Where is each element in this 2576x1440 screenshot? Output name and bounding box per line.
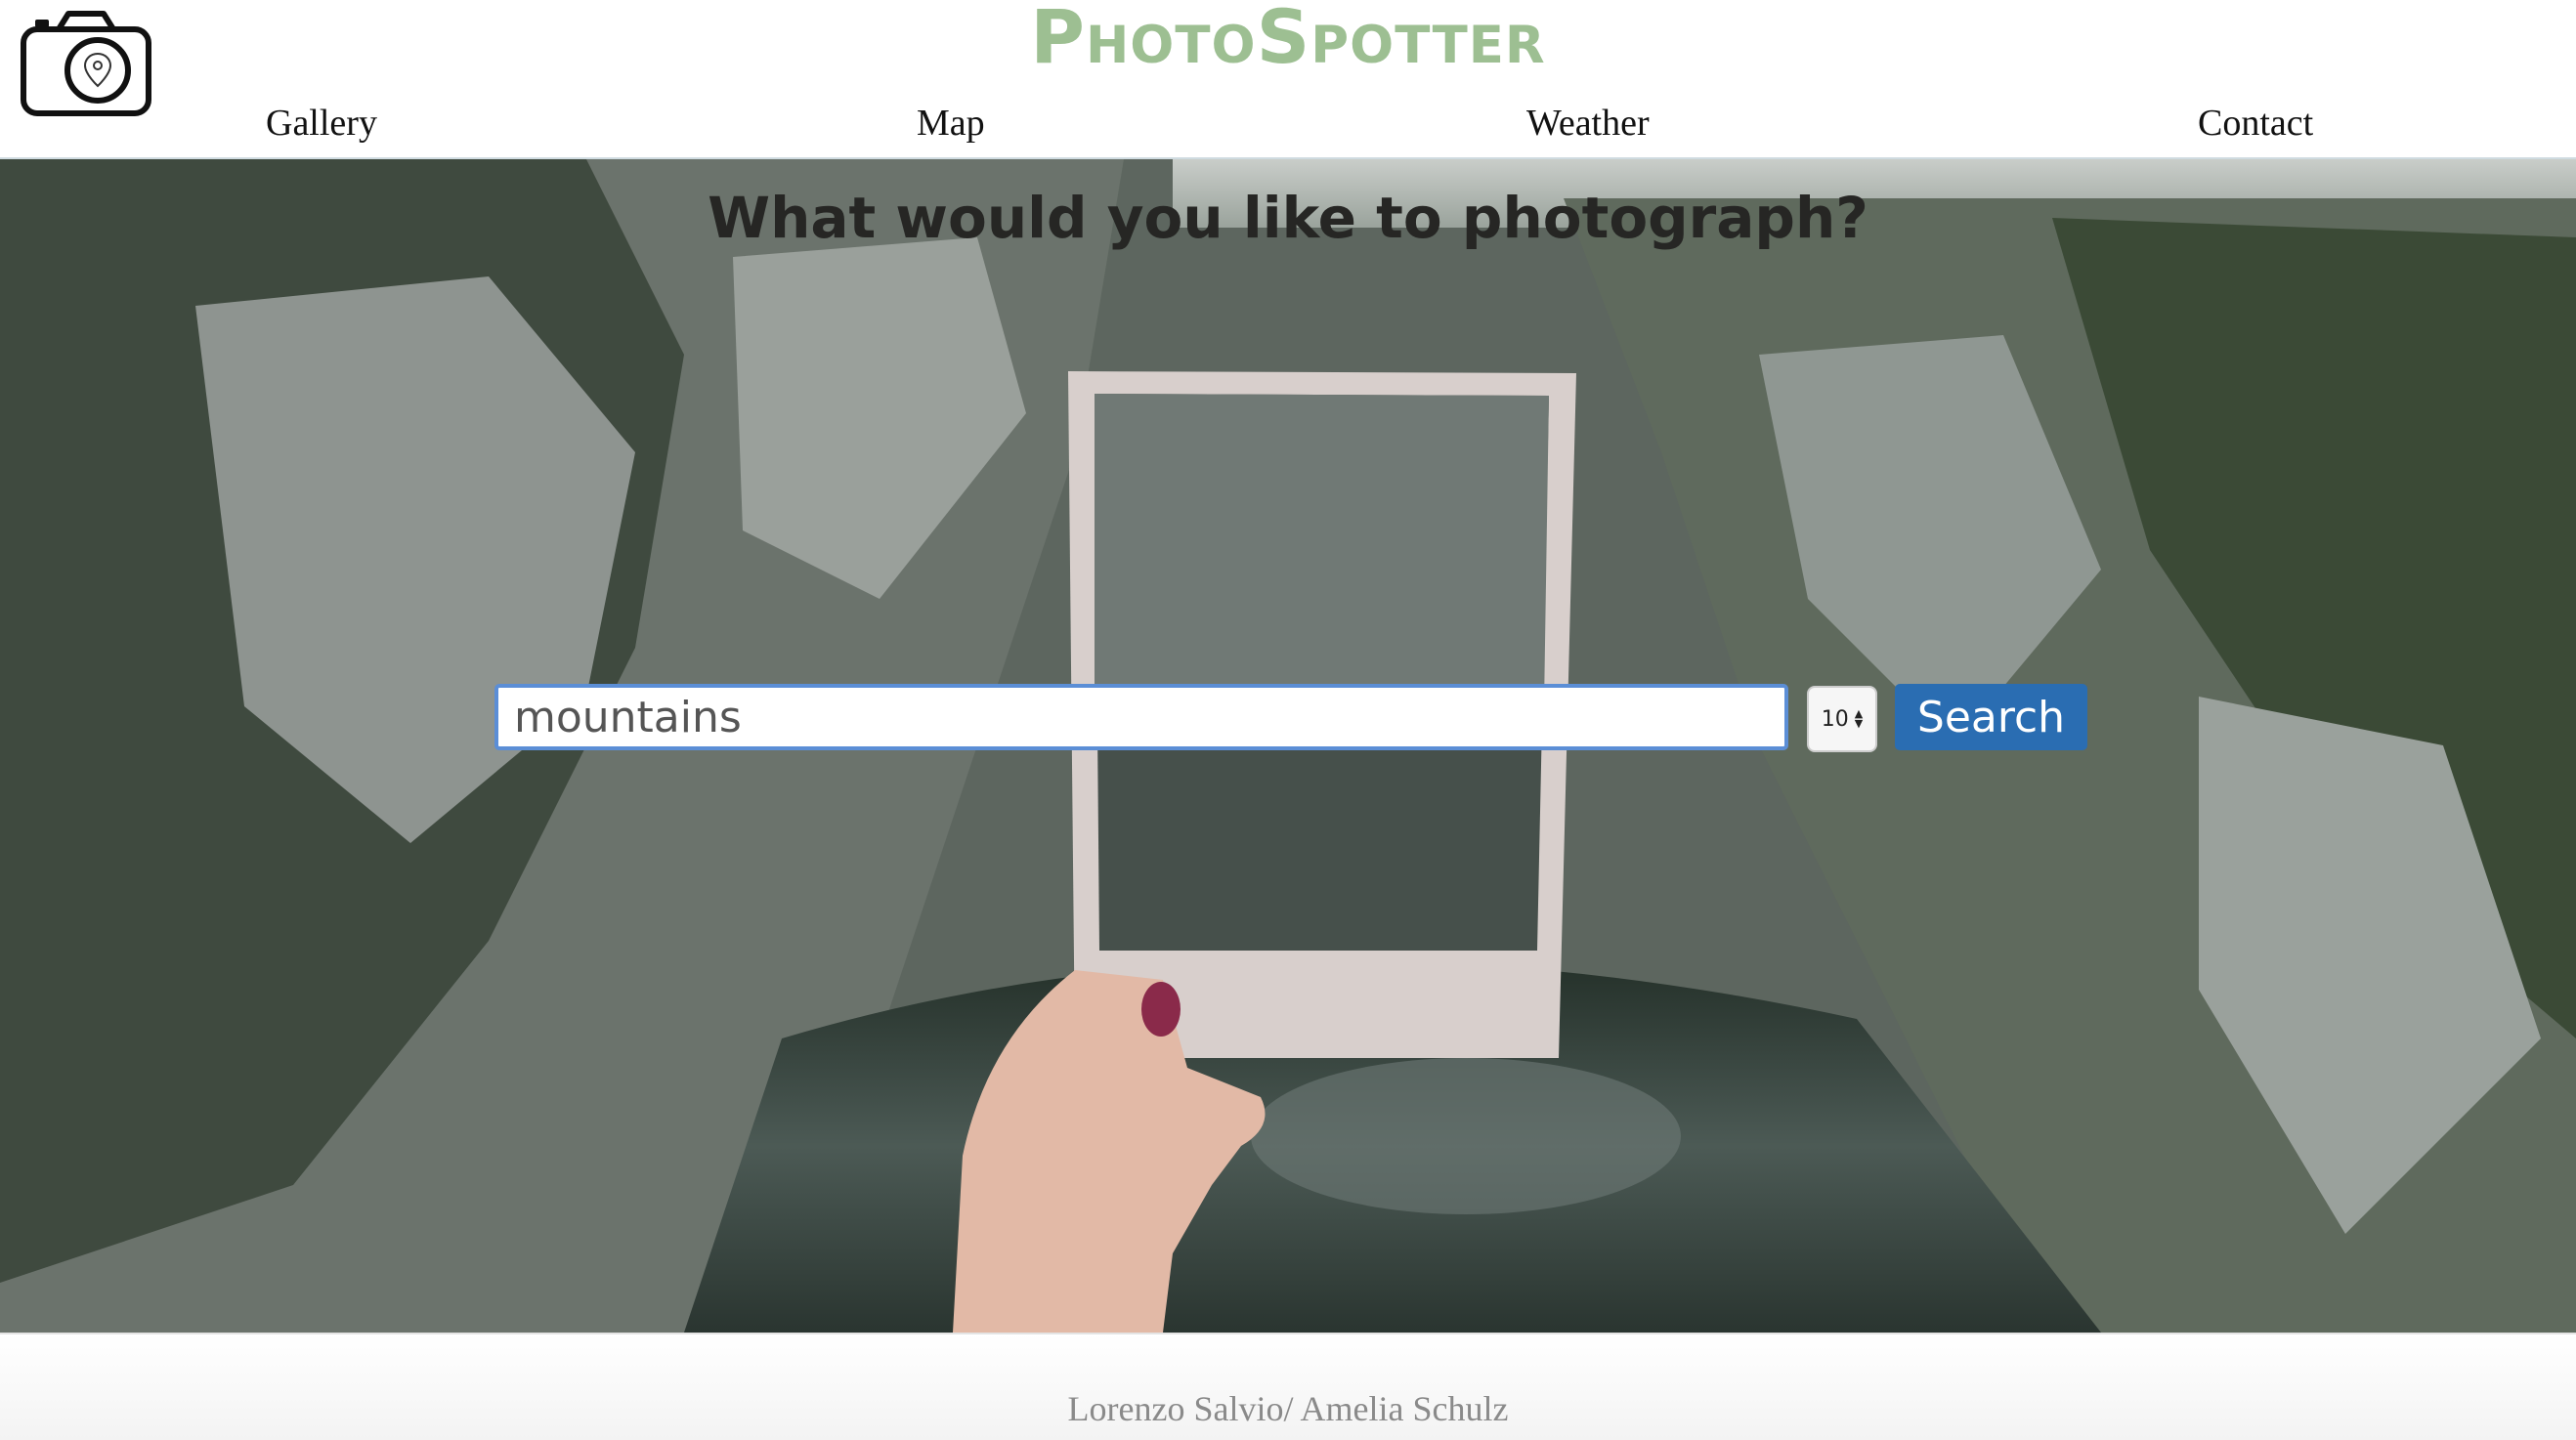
nav-item-weather[interactable]: Weather xyxy=(1526,98,1650,148)
site-footer: Lorenzo Salvio/ Amelia Schulz xyxy=(0,1333,2576,1440)
site-header: PhotoSpotter Gallery Map Weather Contact xyxy=(0,0,2576,159)
nav-item-gallery[interactable]: Gallery xyxy=(266,98,377,148)
nav-item-contact[interactable]: Contact xyxy=(2198,98,2313,148)
hero-section: What would you like to photograph? 10 ▲▼… xyxy=(0,159,2576,1333)
footer-credits: Lorenzo Salvio/ Amelia Schulz xyxy=(1067,1389,1509,1428)
nav-item-map[interactable]: Map xyxy=(917,98,985,148)
hero-title: What would you like to photograph? xyxy=(708,185,1868,251)
spinner-arrows-icon: ▲ ▼ xyxy=(1854,707,1864,730)
result-count-value: 10 xyxy=(1821,706,1849,732)
search-input[interactable] xyxy=(494,684,1788,750)
search-button[interactable]: Search xyxy=(1895,684,2087,750)
result-count-select[interactable]: 10 ▲ ▼ xyxy=(1807,686,1877,752)
brand-title: PhotoSpotter xyxy=(1030,0,1546,80)
